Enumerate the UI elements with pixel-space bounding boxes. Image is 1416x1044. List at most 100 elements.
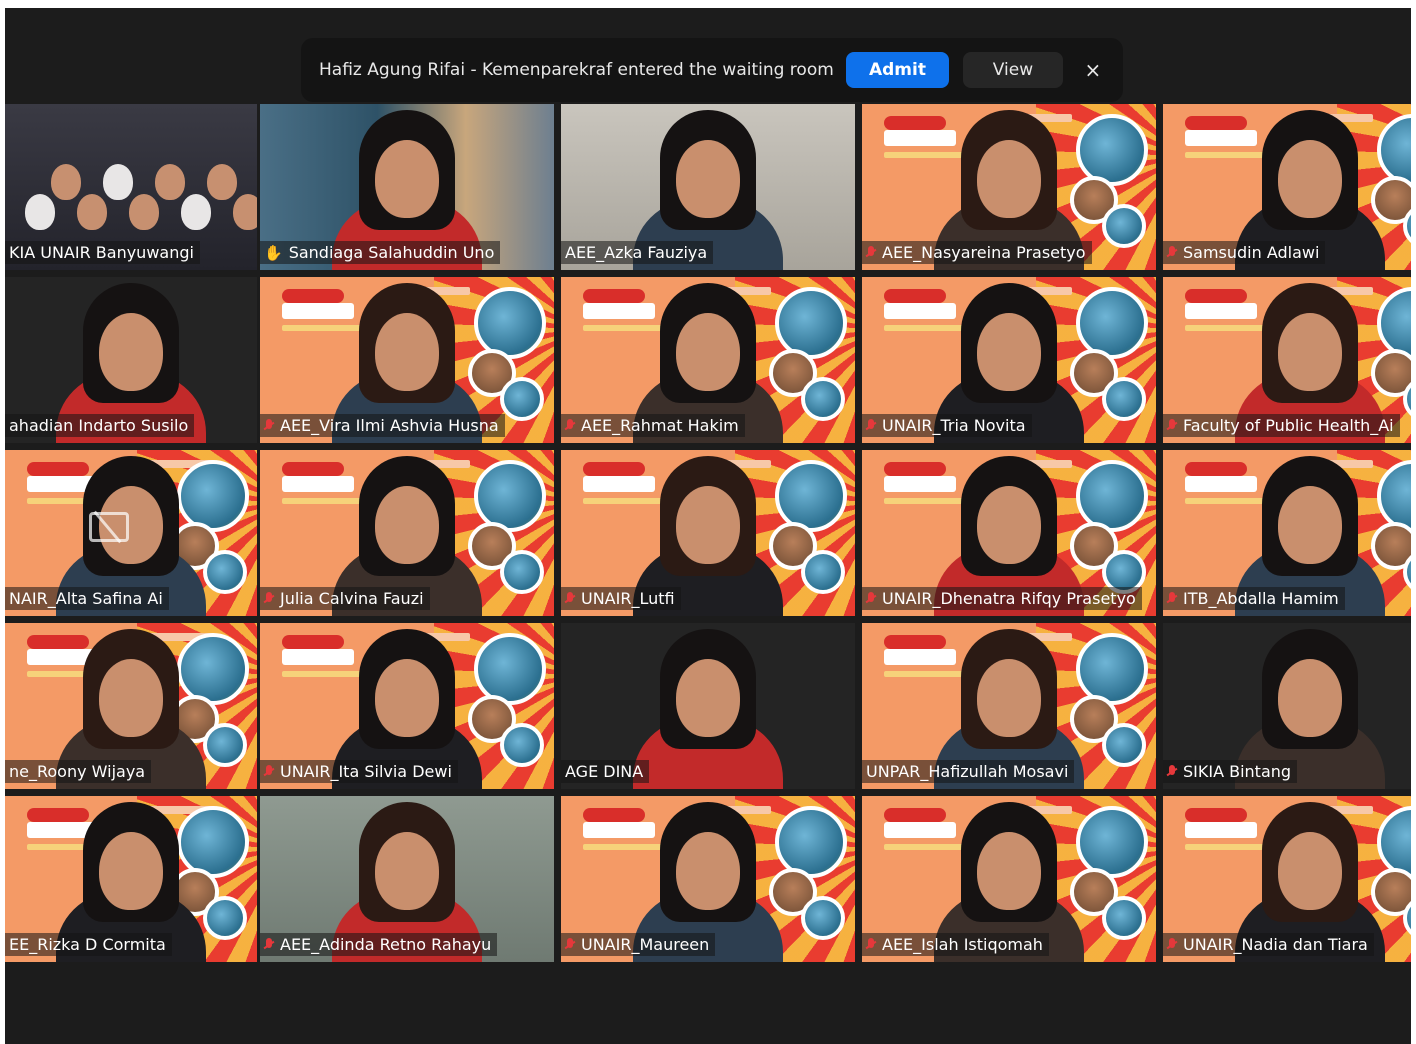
participant-tile[interactable]: UNAIR_Maureen: [561, 796, 855, 962]
virtual-background-decoration: [884, 303, 956, 319]
participant-face: [1278, 313, 1342, 391]
participant-tile[interactable]: UNAIR_Ita Silvia Dewi: [260, 623, 554, 789]
virtual-background-decoration: [583, 303, 655, 319]
virtual-background-decoration: [1076, 287, 1148, 359]
virtual-background-decoration: [282, 303, 354, 319]
participant-tile[interactable]: UNAIR_Nadia dan Tiara: [1163, 796, 1411, 962]
participant-face: [1278, 832, 1342, 910]
participant-tile[interactable]: AEE_Rahmat Hakim: [561, 277, 855, 443]
virtual-background-decoration: [801, 377, 845, 421]
participant-face: [233, 194, 257, 230]
participant-tile[interactable]: AEE_Islah Istiqomah: [862, 796, 1156, 962]
participant-face: [977, 659, 1041, 737]
virtual-background-decoration: [1102, 204, 1146, 248]
virtual-background-decoration: [1185, 116, 1247, 130]
participant-tile[interactable]: ne_Roony Wijaya: [5, 623, 257, 789]
participant-face: [181, 194, 211, 230]
virtual-background-decoration: [884, 289, 946, 303]
virtual-background-decoration: [500, 723, 544, 767]
video-off-icon: [89, 512, 129, 542]
view-button[interactable]: View: [963, 52, 1063, 88]
participant-name: AEE_Adinda Retno Rahayu: [280, 935, 492, 954]
participant-name: UNAIR_Lutfi: [581, 589, 675, 608]
muted-mic-icon: [264, 937, 274, 952]
virtual-background-decoration: [775, 287, 847, 359]
participant-tile[interactable]: ✋ Sandiaga Salahuddin Uno: [260, 104, 554, 270]
participant-tile[interactable]: UNPAR_Hafizullah Mosavi: [862, 623, 1156, 789]
participant-name: UNAIR_Tria Novita: [882, 416, 1026, 435]
virtual-background-decoration: [203, 896, 247, 940]
waiting-room-notification: Hafiz Agung Rifai - Kemenparekraf entere…: [301, 38, 1123, 102]
participant-name-label: SIKIA Bintang: [1163, 760, 1298, 783]
virtual-background-decoration: [1185, 822, 1257, 838]
participant-name-label: ahadian Indarto Susilo: [5, 414, 195, 437]
participant-name: UNAIR_Maureen: [581, 935, 710, 954]
participant-name-label: NAIR_Alta Safina Ai: [5, 587, 169, 610]
participant-name: AEE_Vira Ilmi Ashvia Husna: [280, 416, 499, 435]
participant-name-label: UNAIR_Maureen: [561, 933, 716, 956]
virtual-background-decoration: [583, 289, 645, 303]
participant-tile[interactable]: NAIR_Alta Safina Ai: [5, 450, 257, 616]
virtual-background-decoration: [884, 462, 946, 476]
virtual-background-decoration: [884, 476, 956, 492]
participant-tile[interactable]: AEE_Nasyareina Prasetyo: [862, 104, 1156, 270]
participant-tile[interactable]: KIA UNAIR Banyuwangi: [5, 104, 257, 270]
participant-face: [99, 313, 163, 391]
virtual-background-decoration: [282, 476, 354, 492]
participant-name-label: AEE_Rahmat Hakim: [561, 414, 745, 437]
virtual-background-decoration: [884, 635, 946, 649]
participant-name-label: AEE_Azka Fauziya: [561, 241, 714, 264]
virtual-background-decoration: [884, 130, 956, 146]
close-icon[interactable]: ×: [1081, 57, 1105, 83]
participant-name: UNAIR_Nadia dan Tiara: [1183, 935, 1368, 954]
participant-tile[interactable]: Samsudin Adlawi: [1163, 104, 1411, 270]
participant-tile[interactable]: AEE_Azka Fauziya: [561, 104, 855, 270]
participant-tile[interactable]: SIKIA Bintang: [1163, 623, 1411, 789]
virtual-background-decoration: [27, 808, 89, 822]
virtual-background-decoration: [583, 476, 655, 492]
participant-name: UNAIR_Dhenatra Rifqy Prasetyo: [882, 589, 1136, 608]
participant-face: [977, 832, 1041, 910]
muted-mic-icon: [1167, 591, 1177, 606]
participant-tile[interactable]: AGE DINA: [561, 623, 855, 789]
participant-name: AEE_Islah Istiqomah: [882, 935, 1043, 954]
virtual-background-decoration: [27, 462, 89, 476]
virtual-background-decoration: [884, 822, 956, 838]
participant-name: Sandiaga Salahuddin Uno: [288, 243, 495, 262]
participant-name-label: EE_Rizka D Cormita: [5, 933, 172, 956]
participant-name-label: Julia Calvina Fauzi: [260, 587, 430, 610]
participant-tile[interactable]: Faculty of Public Health_Ai: [1163, 277, 1411, 443]
participant-tile[interactable]: Julia Calvina Fauzi: [260, 450, 554, 616]
participant-tile[interactable]: UNAIR_Tria Novita: [862, 277, 1156, 443]
muted-mic-icon: [1167, 764, 1177, 779]
participant-face: [1278, 140, 1342, 218]
participant-name: ITB_Abdalla Hamim: [1183, 589, 1339, 608]
participant-tile[interactable]: UNAIR_Lutfi: [561, 450, 855, 616]
admit-button[interactable]: Admit: [845, 52, 950, 88]
virtual-background-decoration: [474, 633, 546, 705]
virtual-background-decoration: [282, 649, 354, 665]
participant-name: SIKIA Bintang: [1183, 762, 1292, 781]
virtual-background-decoration: [1102, 377, 1146, 421]
participant-tile[interactable]: AEE_Vira Ilmi Ashvia Husna: [260, 277, 554, 443]
virtual-background-decoration: [203, 723, 247, 767]
participant-name: Samsudin Adlawi: [1183, 243, 1320, 262]
participant-tile[interactable]: UNAIR_Dhenatra Rifqy Prasetyo: [862, 450, 1156, 616]
participant-tile[interactable]: ITB_Abdalla Hamim: [1163, 450, 1411, 616]
muted-mic-icon: [264, 764, 274, 779]
muted-mic-icon: [866, 418, 876, 433]
participant-tile[interactable]: ahadian Indarto Susilo: [5, 277, 257, 443]
virtual-background-decoration: [500, 550, 544, 594]
participant-name-label: UNAIR_Nadia dan Tiara: [1163, 933, 1374, 956]
virtual-background-decoration: [177, 633, 249, 705]
participant-tile[interactable]: EE_Rizka D Cormita: [5, 796, 257, 962]
participant-name: AEE_Nasyareina Prasetyo: [882, 243, 1086, 262]
participant-name-label: Samsudin Adlawi: [1163, 241, 1326, 264]
muted-mic-icon: [264, 591, 274, 606]
virtual-background-decoration: [583, 462, 645, 476]
virtual-background-decoration: [1102, 723, 1146, 767]
participant-tile[interactable]: AEE_Adinda Retno Rahayu: [260, 796, 554, 962]
participant-face: [207, 164, 237, 200]
participant-name: Julia Calvina Fauzi: [280, 589, 424, 608]
participant-name: UNAIR_Ita Silvia Dewi: [280, 762, 452, 781]
